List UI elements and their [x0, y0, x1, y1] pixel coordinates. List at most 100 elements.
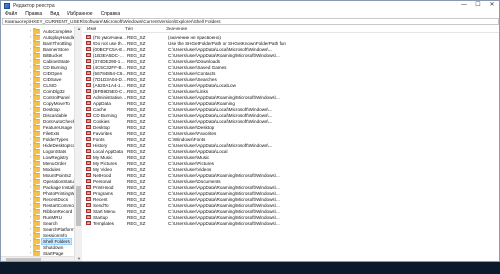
- value-type: REG_SZ: [127, 40, 146, 46]
- tree-scroll-thumb[interactable]: [76, 186, 81, 226]
- tree-item-label: CIDSave: [43, 76, 62, 82]
- tree-item-label: ComDlg32: [43, 88, 65, 94]
- value-type: REG_SZ: [127, 130, 146, 136]
- menu-favorites[interactable]: Избранное: [67, 11, 92, 17]
- value-name: My Music: [93, 154, 113, 160]
- value-type: REG_SZ: [127, 76, 146, 82]
- tree-item-label: LogonStats: [43, 148, 67, 154]
- menu-help[interactable]: Справка: [101, 11, 121, 17]
- value-name: AppData: [93, 100, 111, 106]
- folder-icon: [33, 27, 40, 34]
- tree-item-label: StartPage: [43, 250, 64, 256]
- tree-item-label: RecentDocs: [43, 196, 69, 202]
- value-data: C:\Users\user\AppData\Roaming\Microsoft\…: [168, 208, 280, 214]
- tree-item-label: DontAutoCheck: [43, 118, 76, 124]
- value-name: {56784854-C6CB...: [93, 70, 127, 76]
- window-title: Редактор реестра: [13, 2, 55, 9]
- value-name: Cache: [93, 106, 107, 112]
- tree-item-label: CabinetState: [43, 58, 70, 64]
- folder-icon: [33, 69, 40, 76]
- value-name: Desktop: [93, 124, 110, 130]
- tree-item-label: SessionInfo: [43, 232, 68, 238]
- value-type: REG_SZ: [127, 58, 146, 64]
- tree-item-label: Shutdown: [43, 244, 64, 250]
- list-item[interactable]: ab Templates REG_SZ C:\Users\user\AppData\R…: [83, 220, 499, 226]
- value-name: Fonts: [93, 136, 105, 142]
- value-type: REG_SZ: [127, 100, 146, 106]
- reg-string-value-icon: ab: [86, 143, 91, 147]
- column-header-type[interactable]: Тип: [125, 27, 166, 32]
- value-name: Recent: [93, 196, 108, 202]
- value-name: Programs: [93, 190, 113, 196]
- value-type: REG_SZ: [127, 118, 146, 124]
- folder-icon: [33, 105, 40, 112]
- tree-item-label: OperationStatus: [43, 178, 77, 184]
- folder-icon: [33, 99, 40, 106]
- value-name: Favorites: [93, 130, 112, 136]
- column-header-data[interactable]: Значение: [166, 27, 496, 32]
- value-data: C:\Users\user\AppData\Local\Microsoft\Wi…: [168, 106, 273, 112]
- folder-icon: [33, 63, 40, 70]
- value-data: C:\Users\user\Pictures: [168, 160, 214, 166]
- maximize-button[interactable]: ☐: [471, 1, 485, 10]
- tree-item-label: CIDOpen: [43, 70, 63, 76]
- value-name: {374DE290-123F...: [93, 58, 127, 64]
- tree-vertical-scrollbar[interactable]: ▲ ▼: [74, 26, 83, 261]
- reg-string-value-icon: ab: [86, 65, 91, 69]
- reg-string-value-icon: ab: [86, 203, 91, 207]
- reg-string-value-icon: ab: [86, 209, 91, 213]
- menu-file[interactable]: Файл: [5, 11, 17, 17]
- value-type: REG_SZ: [127, 220, 146, 226]
- value-name: My Video: [93, 166, 113, 172]
- value-data: C:\Users\user\AppData\Local\Microsoft\Wi…: [168, 118, 273, 124]
- value-type: REG_SZ: [127, 172, 146, 178]
- registry-editor-icon: [4, 2, 10, 9]
- value-data: C:\Users\user\AppData\Roaming\Microsoft\…: [168, 184, 280, 190]
- reg-string-value-icon: ab: [86, 167, 91, 171]
- tree-item-label: FileExts: [43, 130, 60, 136]
- value-data: C:\Windows\Fonts: [168, 136, 206, 142]
- address-bar[interactable]: Компьютер\HKEY_CURRENT_USER\Software\Mic…: [2, 18, 499, 25]
- tree-item-label: RestartCommon: [43, 202, 77, 208]
- folder-icon: [33, 117, 40, 124]
- folder-icon: [33, 123, 40, 130]
- reg-string-value-icon: ab: [86, 155, 91, 159]
- registry-tree[interactable]: › AutoComplete › AutoplayHandle › BamThrottli…: [1, 26, 82, 261]
- reg-string-value-icon: ab: [86, 83, 91, 87]
- scroll-up-arrow-icon[interactable]: ▲: [75, 26, 83, 32]
- value-data: C:\Users\user\Searches: [168, 76, 217, 82]
- folder-icon: [33, 81, 40, 88]
- folder-icon: [33, 189, 40, 196]
- folder-icon: [33, 249, 40, 256]
- reg-string-value-icon: ab: [86, 59, 91, 63]
- close-button[interactable]: ✕: [485, 1, 499, 10]
- value-data: C:\Users\user\Contacts: [168, 70, 216, 76]
- value-type: REG_SZ: [127, 190, 146, 196]
- menu-edit[interactable]: Правка: [25, 11, 42, 17]
- column-header-name[interactable]: Имя: [83, 27, 125, 32]
- value-data: Use the SHGetFolderPath or SHGetKnownFol…: [168, 40, 286, 46]
- value-name: History: [93, 142, 108, 148]
- tree-item-label: Search: [43, 220, 58, 226]
- reg-string-value-icon: ab: [86, 137, 91, 141]
- value-data: C:\Users\user\AppData\Roaming\Microsoft\…: [168, 190, 280, 196]
- tree-item-label: BamThrottling: [43, 40, 72, 46]
- minimize-button[interactable]: —: [457, 1, 471, 10]
- folder-icon: [33, 45, 40, 52]
- value-type: REG_SZ: [127, 178, 146, 184]
- reg-string-value-icon: ab: [86, 119, 91, 123]
- value-data: C:\Users\user\AppData\Roaming\Microsoft\…: [168, 94, 280, 100]
- value-type: REG_SZ: [127, 88, 146, 94]
- value-type: REG_SZ: [127, 166, 146, 172]
- value-type: REG_SZ: [127, 94, 146, 100]
- value-name: My Pictures: [93, 160, 117, 166]
- value-data: C:\Users\user\Documents: [168, 178, 221, 184]
- reg-string-value-icon: ab: [86, 95, 91, 99]
- reg-string-value-icon: ab: [86, 101, 91, 105]
- value-data: C:\Users\user\AppData\Roaming\Microsoft\…: [168, 202, 280, 208]
- reg-string-value-icon: ab: [86, 107, 91, 111]
- folder-icon: [33, 147, 40, 154]
- value-type: REG_SZ: [127, 208, 146, 214]
- folder-icon: [33, 177, 40, 184]
- menu-view[interactable]: Вид: [50, 11, 59, 17]
